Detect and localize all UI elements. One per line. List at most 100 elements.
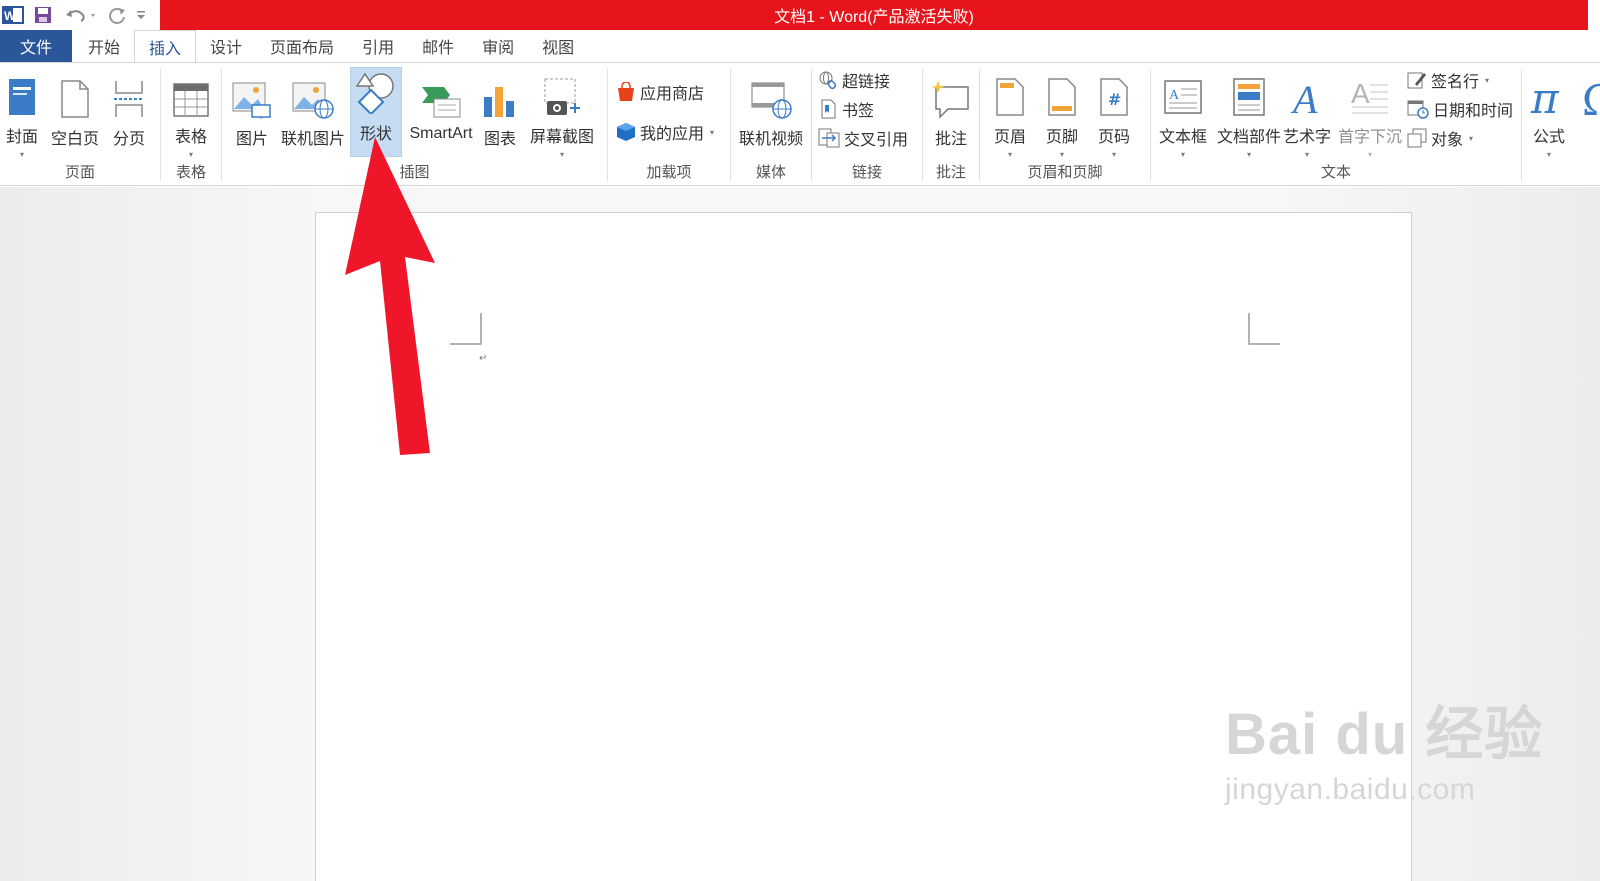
bookmark-button[interactable]: 书签 [818,96,874,122]
svg-text:A: A [1351,78,1370,109]
window-title: 文档1 - Word(产品激活失败) [160,0,1588,30]
online-picture-icon [292,69,334,119]
chevron-down-icon: ▾ [559,150,564,159]
page-number-button[interactable]: # 页码 ▾ [1092,67,1136,159]
tab-review[interactable]: 审阅 [468,30,528,62]
customize-qat-icon[interactable] [132,0,150,30]
group-label-tables: 表格 [175,164,206,181]
group-label-addins: 加载项 [646,164,692,181]
chevron-down-icon: ▾ [1007,150,1012,159]
group-tables: 表格 ▾ 表格 [161,63,221,185]
redo-icon[interactable] [102,0,132,30]
online-video-icon [750,69,792,119]
cover-page-icon [7,69,37,117]
header-button[interactable]: 页眉 ▾ [988,67,1032,159]
chart-icon [482,69,518,119]
quick-parts-icon [1232,69,1266,117]
tab-file[interactable]: 文件 [0,30,72,62]
object-button[interactable]: 对象 ▾ [1407,125,1473,151]
screenshot-button[interactable]: 屏幕截图 ▾ [524,67,600,159]
red-arrow-annotation [345,137,435,455]
chevron-down-icon: ▾ [1304,150,1309,159]
ribbon-tabs: 文件 开始 插入 设计 页面布局 引用 邮件 审阅 视图 [0,30,1600,63]
margin-corner-top-left [450,313,482,345]
group-header-footer: 页眉 ▾ 页脚 ▾ # 页码 ▾ 页眉和页脚 [980,63,1150,185]
textbox-button[interactable]: A 文本框 ▾ [1155,67,1211,159]
drop-cap-button[interactable]: A 首字下沉 ▾ [1335,67,1405,159]
header-icon [995,69,1025,117]
tab-design[interactable]: 设计 [196,30,256,62]
footer-button[interactable]: 页脚 ▾ [1040,67,1084,159]
bookmark-icon [818,99,838,119]
quick-access-toolbar: W [0,0,160,30]
watermark-url: jingyan.baidu.com [1225,773,1476,806]
chevron-down-icon: ▾ [1485,75,1490,85]
omega-icon: Ω [1582,69,1600,119]
online-video-button[interactable]: 联机视频 [735,67,807,159]
chevron-down-icon: ▾ [710,127,715,137]
save-icon[interactable] [26,0,60,30]
chevron-down-icon: ▾ [1059,150,1064,159]
cross-reference-icon [818,128,840,148]
tab-mailings[interactable]: 邮件 [408,30,468,62]
chevron-down-icon: ▾ [1246,150,1251,159]
table-icon [173,69,209,117]
margin-corner-top-right [1248,313,1280,345]
cross-reference-button[interactable]: 交叉引用 [818,125,908,151]
tab-view[interactable]: 视图 [528,30,588,62]
my-apps-icon [616,122,636,142]
store-button[interactable]: 应用商店 [616,79,704,105]
blank-page-button[interactable]: 空白页 [48,67,102,159]
undo-icon[interactable] [60,0,102,30]
blank-page-icon [60,69,90,119]
cover-page-button[interactable]: 封面 ▾ [2,67,42,159]
screenshot-icon [541,69,583,117]
chevron-down-icon: ▾ [1469,133,1474,143]
symbol-button[interactable]: Ω [1582,67,1600,159]
group-label-comments: 批注 [935,164,966,181]
wordart-icon: A [1289,69,1325,117]
group-text: A 文本框 ▾ 文档部件 ▾ A 艺术字 ▾ A 首字下沉 ▾ 签名行 ▾ 日期… [1151,63,1521,185]
group-symbols: π 公式 ▾ Ω [1522,63,1600,185]
picture-icon [232,69,272,119]
store-icon [616,82,636,102]
ribbon: 封面 ▾ 空白页 分页 页面 表格 ▾ 表格 图片 联机图片 形状 SmartA… [0,62,1600,186]
comment-button[interactable]: 批注 [929,67,973,159]
group-media: 联机视频 媒体 [731,63,811,185]
svg-text:π: π [1530,75,1560,117]
page-break-button[interactable]: 分页 [108,67,150,159]
signature-line-button[interactable]: 签名行 ▾ [1407,67,1489,93]
quick-parts-button[interactable]: 文档部件 ▾ [1213,67,1285,159]
tab-home[interactable]: 开始 [74,30,134,62]
hyperlink-button[interactable]: 超链接 [818,67,890,93]
wordart-button[interactable]: A 艺术字 ▾ [1279,67,1335,159]
smartart-icon [420,69,462,119]
table-button[interactable]: 表格 ▾ [169,67,213,159]
chart-button[interactable]: 图表 [478,67,522,159]
chevron-down-icon: ▾ [19,150,24,159]
pi-icon: π [1529,69,1569,117]
chevron-down-icon: ▾ [1180,150,1185,159]
svg-text:A: A [1169,88,1180,103]
signature-line-icon [1407,70,1427,90]
equation-button[interactable]: π 公式 ▾ [1526,67,1572,159]
svg-text:W: W [4,9,16,23]
svg-text:A: A [1290,77,1318,117]
my-apps-button[interactable]: 我的应用 ▾ [616,119,714,145]
group-label-media: 媒体 [755,164,786,181]
object-icon [1407,128,1427,148]
hyperlink-icon [818,70,838,90]
tab-references[interactable]: 引用 [348,30,408,62]
watermark-brand: Bai du 经验 [1225,702,1544,767]
baidu-watermark: Bai du 经验 jingyan.baidu.com [1225,705,1543,807]
chevron-down-icon: ▾ [1367,150,1372,159]
group-label-text: 文本 [1320,164,1351,181]
new-comment-icon [930,69,972,119]
word-app-icon: W [0,0,26,30]
date-time-button[interactable]: 日期和时间 [1407,96,1513,122]
page-break-icon [112,69,146,119]
group-label-pages: 页面 [64,164,95,181]
tab-insert[interactable]: 插入 [134,30,197,63]
pictures-button[interactable]: 图片 [230,67,274,159]
tab-layout[interactable]: 页面布局 [256,30,348,62]
